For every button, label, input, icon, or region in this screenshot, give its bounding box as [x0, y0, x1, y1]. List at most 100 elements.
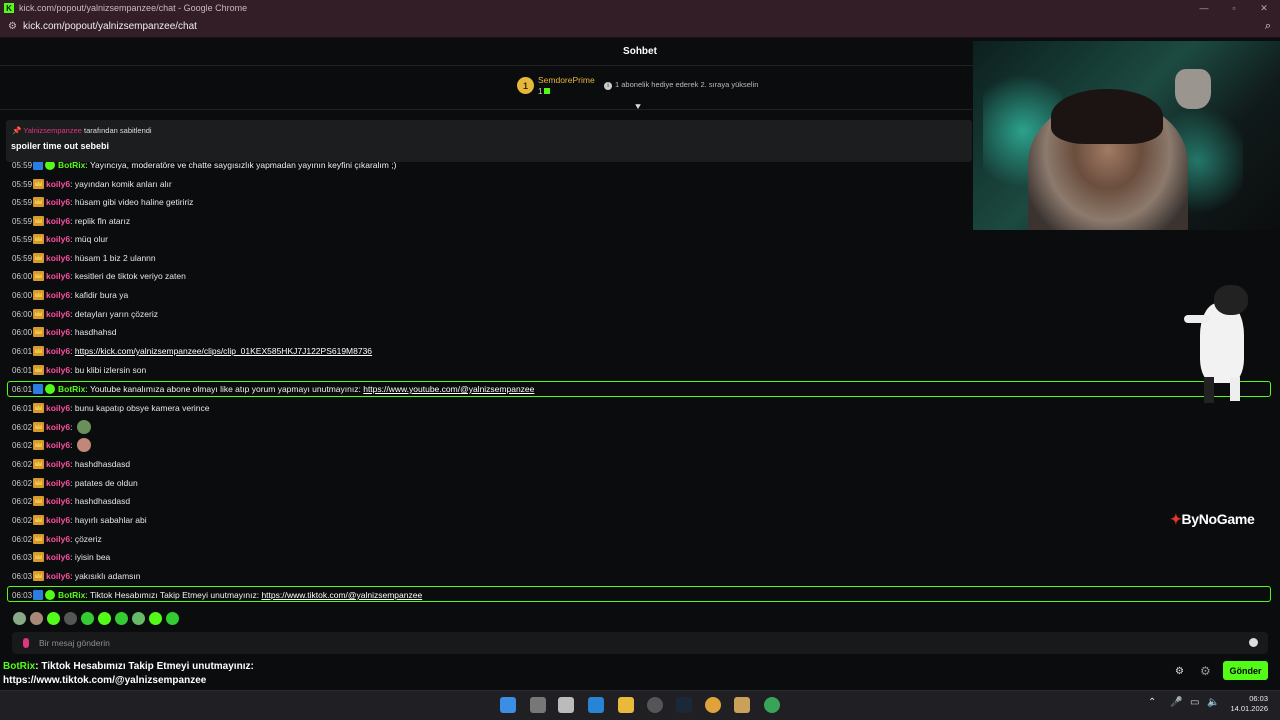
rank-badge: 1 [517, 77, 534, 94]
subscriber-badge-icon [33, 346, 44, 356]
photos-icon[interactable] [588, 697, 604, 713]
message-time: 06:00 [12, 327, 33, 337]
leader-name[interactable]: SemdorePrime [538, 75, 595, 85]
chat-message: 06:02 koily6: hashdhasdasd [12, 457, 130, 471]
restore-button[interactable]: ▫ [1218, 0, 1250, 16]
message-text: : müq olur [70, 234, 108, 244]
message-username[interactable]: koily6 [46, 552, 70, 562]
emote-icon[interactable] [166, 612, 179, 625]
message-username[interactable]: koily6 [46, 422, 70, 432]
subscriber-badge-icon [33, 197, 44, 207]
site-settings-icon[interactable]: ⚙ [8, 21, 17, 32]
emoji-icon[interactable] [1249, 638, 1258, 647]
message-time: 06:00 [12, 309, 33, 319]
snipping-tool-icon[interactable] [558, 697, 574, 713]
pinned-message: 📌 Yalnizsempanzee tarafından sabitlendi … [6, 120, 972, 162]
subscriber-badge-icon [33, 271, 44, 281]
collapse-icon[interactable]: ⯆ [634, 102, 642, 113]
volume-icon[interactable]: 🔈 [1207, 697, 1219, 708]
message-username[interactable]: koily6 [46, 534, 70, 544]
subscriber-badge-icon [33, 327, 44, 337]
pinned-by-text: tarafından sabitlendi [84, 126, 152, 135]
message-username[interactable]: koily6 [46, 290, 70, 300]
chat-message: 05:59 koily6: müq olur [12, 232, 108, 246]
pin-icon: 📌 [12, 126, 24, 135]
message-username[interactable]: koily6 [46, 440, 70, 450]
chat-message: 06:00 koily6: detayları yarın çözeriz [12, 307, 158, 321]
message-username[interactable]: koily6 [46, 197, 70, 207]
emote-icon[interactable] [149, 612, 162, 625]
subscriber-badge-icon [33, 179, 44, 189]
message-text: : hashdhasdasd [70, 459, 131, 469]
message-link[interactable]: https://kick.com/yalnizsempanzee/clips/c… [75, 346, 372, 356]
message-username[interactable]: koily6 [46, 365, 70, 375]
microphone-icon[interactable]: 🎤 [1170, 697, 1182, 708]
message-username[interactable]: koily6 [46, 515, 70, 525]
message-username[interactable]: koily6 [46, 179, 70, 189]
message-username[interactable]: koily6 [46, 571, 70, 581]
chat-message: 06:00 koily6: kafidir bura ya [12, 288, 128, 302]
start-icon[interactable] [500, 697, 516, 713]
message-username[interactable]: koily6 [46, 327, 70, 337]
chat-message: 06:01 koily6: https://kick.com/yalnizsemp… [12, 344, 372, 358]
message-time: 05:59 [12, 179, 33, 189]
emote-icon[interactable] [47, 612, 60, 625]
chrome-profile-icon[interactable] [764, 697, 780, 713]
message-username[interactable]: BotRix [58, 384, 85, 394]
message-time: 06:02 [12, 515, 33, 525]
steam-icon[interactable] [676, 697, 692, 713]
message-time: 06:03 [12, 590, 33, 600]
message-username[interactable]: koily6 [46, 478, 70, 488]
cat-leg [1204, 377, 1214, 403]
media-player-icon[interactable] [734, 697, 750, 713]
message-text: : yayından komik anları alır [70, 179, 172, 189]
emote-icon[interactable] [64, 612, 77, 625]
tray-chevron-icon[interactable]: ⌃ [1148, 697, 1156, 708]
message-link[interactable]: https://www.youtube.com/@yalnizsempanzee [363, 384, 534, 394]
emote-icon[interactable] [30, 612, 43, 625]
emote-icon[interactable] [132, 612, 145, 625]
message-link[interactable]: https://www.tiktok.com/@yalnizsempanzee [261, 590, 422, 600]
message-time: 06:02 [12, 422, 33, 432]
url-text[interactable]: kick.com/popout/yalnizsempanzee/chat [23, 21, 197, 32]
settings-icon[interactable]: ⚙ [1175, 666, 1184, 677]
message-text: : detayları yarın çözeriz [70, 309, 158, 319]
emote-icon [76, 438, 91, 452]
system-clock[interactable]: 06:03 14.01.2026 [1228, 694, 1268, 714]
emote-icon[interactable] [115, 612, 128, 625]
bot-toast-overlay: BotRix: Tiktok Hesabımızı Takip Etmeyi u… [3, 660, 254, 688]
message-text: : [70, 422, 75, 432]
message-username[interactable]: koily6 [46, 403, 70, 413]
subscriber-badge-icon [33, 440, 44, 450]
chat-message: 06:02 koily6: patates de oldun [12, 476, 138, 490]
emote-icon[interactable] [98, 612, 111, 625]
minimize-button[interactable]: — [1188, 0, 1220, 16]
message-text: : yakısıklı adamsın [70, 571, 141, 581]
message-username[interactable]: koily6 [46, 309, 70, 319]
subscriber-badge-icon [33, 534, 44, 544]
message-username[interactable]: BotRix [58, 590, 85, 600]
message-input[interactable]: Bir mesaj gönderin [12, 632, 1268, 654]
emote-icon[interactable] [13, 612, 26, 625]
message-username[interactable]: koily6 [46, 271, 70, 281]
clock-time: 06:03 [1249, 694, 1268, 703]
file-explorer-icon[interactable] [618, 697, 634, 713]
chrome-icon[interactable] [705, 697, 721, 713]
task-view-icon[interactable] [530, 697, 546, 713]
mod-tools-icon[interactable]: ⚙ [1200, 664, 1211, 678]
send-button[interactable]: Gönder [1223, 661, 1268, 680]
network-icon[interactable]: ▭ [1190, 697, 1199, 708]
close-button[interactable]: ✕ [1248, 0, 1280, 16]
verified-badge-icon [45, 590, 55, 600]
message-username[interactable]: koily6 [46, 459, 70, 469]
message-username[interactable]: koily6 [46, 346, 70, 356]
message-username[interactable]: koily6 [46, 496, 70, 506]
message-username[interactable]: koily6 [46, 253, 70, 263]
pinner-name[interactable]: Yalnizsempanzee [23, 126, 82, 135]
subscriber-badge-icon [33, 253, 44, 263]
emote-icon[interactable] [81, 612, 94, 625]
obs-icon[interactable] [647, 697, 663, 713]
message-username[interactable]: koily6 [46, 234, 70, 244]
message-username[interactable]: koily6 [46, 216, 70, 226]
zoom-icon[interactable]: ⌕ [1265, 20, 1271, 33]
